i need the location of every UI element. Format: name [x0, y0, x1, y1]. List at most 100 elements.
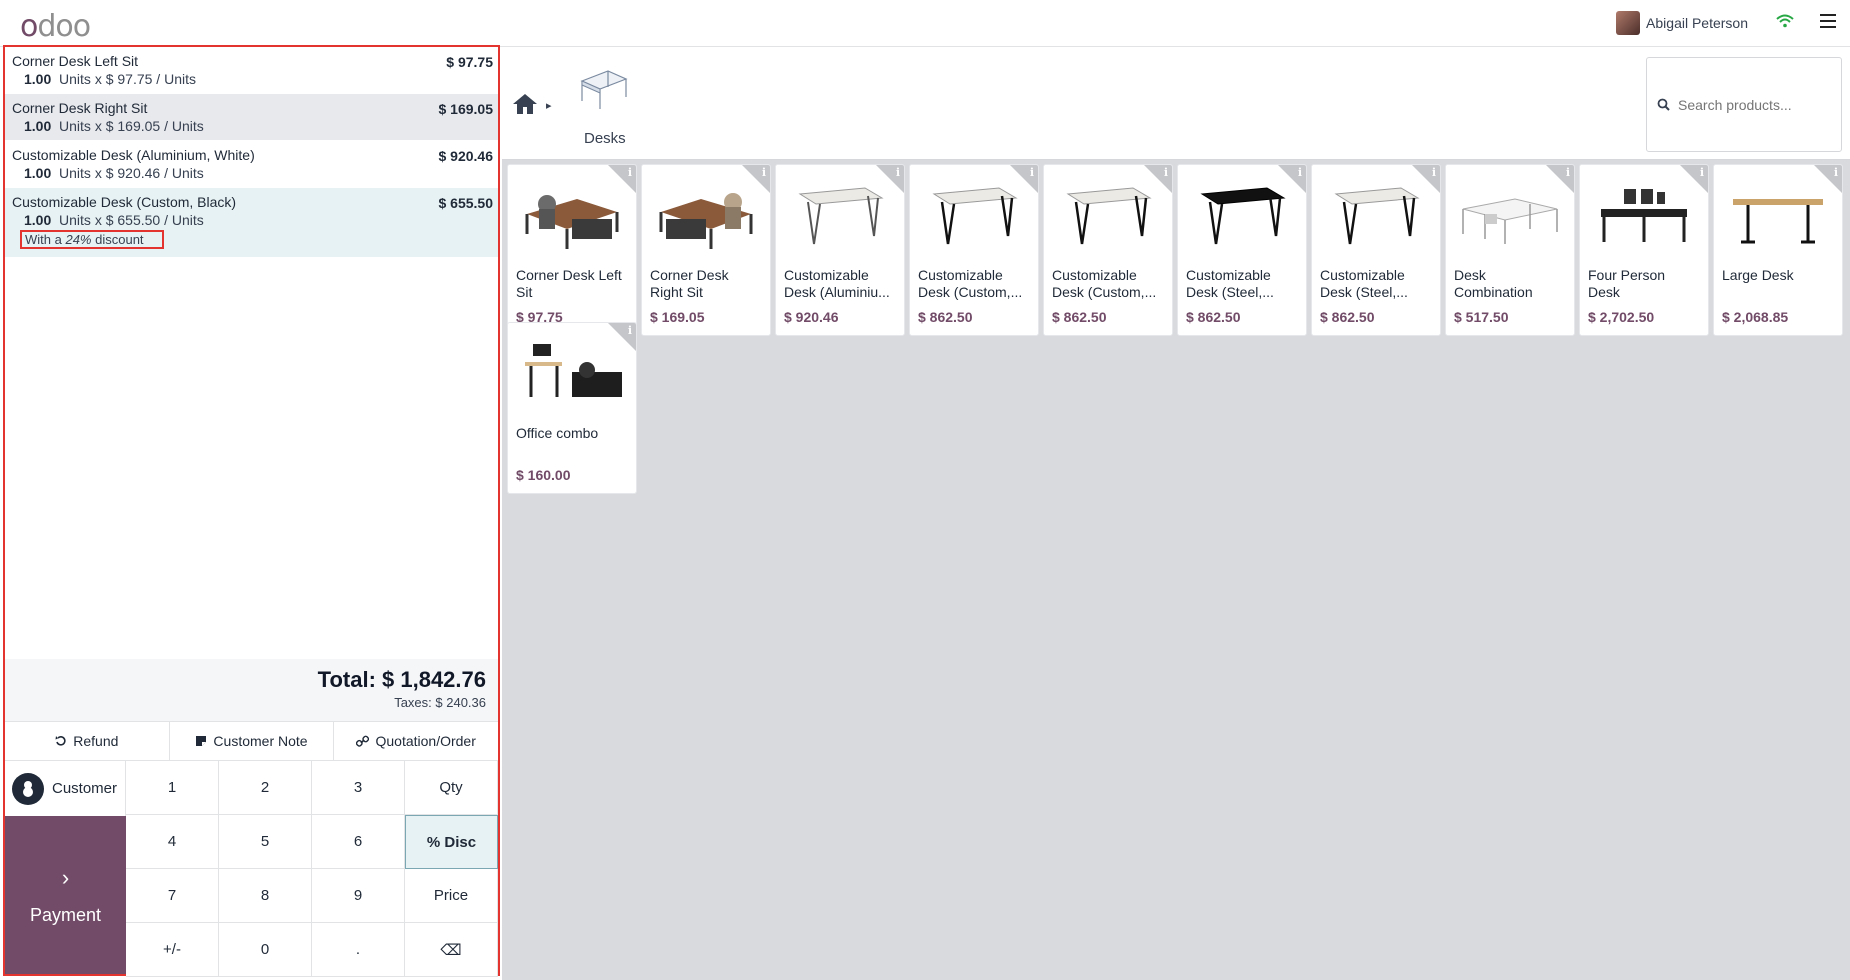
control-buttons: Refund Customer Note Quotation/Order: [5, 721, 498, 761]
line-detail: Units x $ 169.05 / Units: [59, 118, 204, 134]
category-label[interactable]: Desks: [584, 130, 626, 147]
numpad-key-9[interactable]: 9: [312, 869, 405, 923]
hamburger-menu-icon[interactable]: [1820, 14, 1836, 28]
product-card[interactable]: i Customizable Desk (Steel,... $ 862.50: [1311, 164, 1441, 336]
refund-button[interactable]: Refund: [5, 722, 170, 760]
product-name: Customizable Desk (Steel,...: [1186, 267, 1274, 300]
product-card[interactable]: i Customizable Desk (Steel,... $ 862.50: [1177, 164, 1307, 336]
top-bar: odoo Abigail Peterson: [0, 0, 1850, 47]
products-panel: ▸ Desks iCorner Desk Left Sit$ 97.75iCor…: [502, 47, 1850, 980]
order-totals: Total: $ 1,842.76 Taxes: $ 240.36: [5, 659, 498, 721]
product-card[interactable]: i Customizable Desk (Custom,... $ 862.50: [909, 164, 1039, 336]
product-image: i: [508, 323, 636, 421]
line-price: $ 169.05: [438, 101, 494, 117]
product-name: Customizable Desk (Steel,...: [1320, 267, 1408, 300]
user-icon: [12, 772, 44, 805]
line-product-name: Customizable Desk (Custom, Black): [12, 194, 237, 210]
user-avatar: [1616, 11, 1641, 35]
product-price: $ 160.00: [516, 467, 571, 483]
info-icon[interactable]: i: [1164, 166, 1168, 179]
customer-note-button[interactable]: Customer Note: [170, 722, 335, 760]
info-icon[interactable]: i: [896, 166, 900, 179]
search-icon: [1657, 98, 1670, 111]
chevron-right-icon: ›: [61, 864, 70, 890]
product-name: Four Person Desk: [1588, 267, 1666, 300]
order-line-selected[interactable]: Customizable Desk (Custom, Black) $ 655.…: [5, 188, 498, 258]
product-card[interactable]: i Desk Combination $ 517.50: [1445, 164, 1575, 336]
customer-button[interactable]: Customer: [5, 761, 126, 816]
numpad-mode-price[interactable]: Price: [405, 869, 498, 923]
numpad-mode-discount[interactable]: % Disc: [405, 815, 498, 869]
numpad-key-2[interactable]: 2: [219, 761, 312, 815]
line-info: 1.00 Units x $ 920.46 / Units: [24, 165, 493, 181]
product-price: $ 862.50: [1320, 309, 1375, 325]
info-icon[interactable]: i: [1030, 166, 1034, 179]
order-line[interactable]: Customizable Desk (Aluminium, White) $ 9…: [5, 141, 498, 188]
product-price: $ 2,702.50: [1588, 309, 1655, 325]
payment-button[interactable]: › Payment: [5, 816, 126, 974]
product-price: $ 862.50: [1186, 309, 1241, 325]
discount-prefix: With a: [25, 232, 66, 247]
home-icon[interactable]: [512, 93, 538, 115]
numpad-backspace-key[interactable]: ⌫: [405, 923, 498, 977]
product-image: i: [642, 165, 770, 263]
product-card[interactable]: i Corner Desk Right Sit $ 169.05: [641, 164, 771, 336]
odoo-logo[interactable]: odoo: [20, 9, 91, 44]
order-panel: Corner Desk Left Sit $ 97.75 1.00 Units …: [3, 45, 500, 977]
numpad-mode-qty[interactable]: Qty: [405, 761, 498, 815]
product-card[interactable]: i Four Person Desk $ 2,702.50: [1579, 164, 1709, 336]
product-card[interactable]: i Corner Desk Left Sit $ 97.75: [507, 164, 637, 336]
product-name: Desk Combination: [1454, 267, 1533, 300]
product-card[interactable]: i Customizable Desk (Aluminiu... $ 920.46: [775, 164, 905, 336]
wifi-icon[interactable]: [1776, 14, 1794, 28]
line-detail: Units x $ 920.46 / Units: [59, 165, 204, 181]
desk-category-icon[interactable]: [578, 67, 630, 113]
order-line[interactable]: Corner Desk Left Sit $ 97.75 1.00 Units …: [5, 47, 498, 94]
line-product-name: Corner Desk Right Sit: [12, 100, 148, 116]
numpad-key-7[interactable]: 7: [126, 869, 219, 923]
numpad-key-plus-minus[interactable]: +/-: [126, 923, 219, 977]
refund-icon: [55, 736, 66, 746]
product-card[interactable]: i Customizable Desk (Custom,... $ 862.50: [1043, 164, 1173, 336]
info-icon[interactable]: i: [628, 166, 632, 179]
info-icon[interactable]: i: [1298, 166, 1302, 179]
info-icon[interactable]: i: [762, 166, 766, 179]
note-icon: [196, 736, 207, 746]
info-icon[interactable]: i: [1566, 166, 1570, 179]
info-icon[interactable]: i: [1432, 166, 1436, 179]
line-product-name: Customizable Desk (Aluminium, White): [12, 147, 255, 163]
info-icon[interactable]: i: [1700, 166, 1704, 179]
numpad-key-5[interactable]: 5: [219, 815, 312, 869]
numpad-key-0[interactable]: 0: [219, 923, 312, 977]
product-card[interactable]: i Office combo $ 160.00: [507, 322, 637, 494]
product-image: i: [1312, 165, 1440, 263]
customer-note-label: Customer Note: [213, 733, 308, 749]
search-input[interactable]: [1678, 96, 1828, 113]
numpad-key-decimal[interactable]: .: [312, 923, 405, 977]
numpad-key-8[interactable]: 8: [219, 869, 312, 923]
numpad-key-3[interactable]: 3: [312, 761, 405, 815]
line-product-name: Corner Desk Left Sit: [12, 53, 139, 69]
info-icon[interactable]: i: [628, 324, 632, 337]
info-icon[interactable]: i: [1834, 166, 1838, 179]
product-price: $ 862.50: [918, 309, 973, 325]
order-taxes: Taxes: $ 240.36: [394, 695, 486, 710]
breadcrumb-arrow-icon: ▸: [546, 100, 552, 112]
product-card[interactable]: i Large Desk $ 2,068.85: [1713, 164, 1843, 336]
discount-suffix: discount: [91, 232, 144, 247]
numpad-key-1[interactable]: 1: [126, 761, 219, 815]
product-name: Customizable Desk (Custom,...: [918, 267, 1023, 300]
numpad-key-6[interactable]: 6: [312, 815, 405, 869]
product-name: Corner Desk Right Sit: [650, 267, 729, 300]
line-discount-note: With a 24% discount: [20, 230, 164, 249]
numpad-key-4[interactable]: 4: [126, 815, 219, 869]
line-qty: 1.00: [24, 118, 52, 134]
quotation-order-button[interactable]: Quotation/Order: [334, 722, 498, 760]
product-image: i: [1044, 165, 1172, 263]
search-box[interactable]: [1646, 57, 1842, 152]
line-price: $ 655.50: [438, 195, 494, 211]
line-price: $ 97.75: [446, 54, 493, 70]
user-menu[interactable]: Abigail Peterson: [1616, 11, 1748, 35]
numpad: 1 2 3 Qty 4 5 6 % Disc 7 8 9 Price +/- 0…: [126, 761, 498, 977]
order-line[interactable]: Corner Desk Right Sit $ 169.05 1.00 Unit…: [5, 94, 498, 141]
